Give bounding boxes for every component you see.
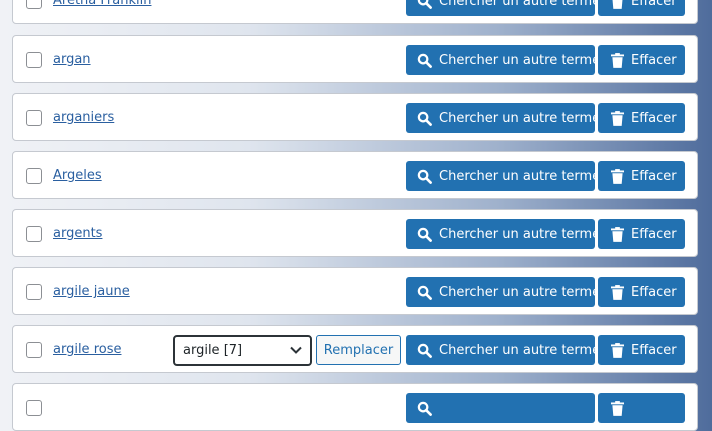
clear-button-label: Effacer — [631, 342, 677, 358]
row-checkbox[interactable] — [26, 284, 42, 300]
term-link[interactable]: Aretha Franklin — [53, 0, 151, 10]
search-icon — [417, 53, 432, 68]
row-checkbox[interactable] — [26, 342, 42, 358]
trash-icon — [611, 400, 624, 416]
chevron-down-icon — [290, 346, 302, 354]
clear-button[interactable]: Effacer — [598, 219, 685, 249]
clear-button-label: Effacer — [631, 110, 677, 126]
term-row: argile rose argile [7] Remplacer Cherche… — [12, 325, 698, 373]
search-icon — [417, 401, 432, 416]
row-checkbox[interactable] — [26, 226, 42, 242]
trash-icon — [611, 168, 624, 184]
search-icon — [417, 169, 432, 184]
search-other-term-button[interactable] — [406, 393, 595, 423]
trash-icon — [611, 226, 624, 242]
term-link[interactable]: argile jaune — [53, 283, 130, 301]
term-row: Aretha Franklin Chercher un autre terme … — [12, 0, 698, 24]
term-link[interactable]: arganiers — [53, 109, 114, 127]
term-row — [12, 383, 698, 431]
search-button-label: Chercher un autre terme — [439, 342, 601, 358]
replacement-select-value: argile [7] — [183, 343, 243, 358]
search-icon — [417, 285, 432, 300]
term-link[interactable]: argan — [53, 51, 91, 69]
clear-button-label: Effacer — [631, 0, 677, 9]
clear-button-label: Effacer — [631, 168, 677, 184]
replace-button-label: Remplacer — [323, 342, 394, 358]
search-button-label: Chercher un autre terme — [439, 284, 601, 300]
row-checkbox[interactable] — [26, 400, 42, 416]
clear-button[interactable]: Effacer — [598, 45, 685, 75]
term-link[interactable]: Argeles — [53, 167, 102, 185]
clear-button[interactable]: Effacer — [598, 0, 685, 16]
search-button-label: Chercher un autre terme — [439, 110, 601, 126]
clear-button[interactable]: Effacer — [598, 277, 685, 307]
search-other-term-button[interactable]: Chercher un autre terme — [406, 219, 600, 249]
search-icon — [417, 227, 432, 242]
term-link[interactable]: argile rose — [53, 341, 121, 359]
row-checkbox[interactable] — [26, 0, 42, 9]
clear-button[interactable]: Effacer — [598, 103, 685, 133]
trash-icon — [612, 0, 623, 9]
search-other-term-button[interactable]: Chercher un autre terme — [406, 277, 600, 307]
clear-button-label: Effacer — [631, 226, 677, 242]
trash-icon — [611, 342, 624, 358]
search-button-label: Chercher un autre terme — [439, 0, 601, 9]
trash-icon — [611, 284, 624, 300]
clear-button-label: Effacer — [631, 52, 677, 68]
search-icon — [417, 111, 432, 126]
trash-icon — [611, 52, 624, 68]
term-row: argents Chercher un autre terme Effacer — [12, 209, 698, 257]
search-icon — [417, 343, 432, 358]
search-other-term-button[interactable]: Chercher un autre terme — [406, 45, 600, 75]
search-other-term-button[interactable]: Chercher un autre terme — [406, 161, 600, 191]
replace-button[interactable]: Remplacer — [316, 335, 401, 365]
term-row: arganiers Chercher un autre terme Efface… — [12, 93, 698, 141]
term-row: argile jaune Chercher un autre terme Eff… — [12, 267, 698, 315]
search-button-label: Chercher un autre terme — [439, 52, 601, 68]
row-checkbox[interactable] — [26, 52, 42, 68]
term-link[interactable]: argents — [53, 225, 102, 243]
row-checkbox[interactable] — [26, 168, 42, 184]
search-button-label: Chercher un autre terme — [439, 168, 601, 184]
trash-icon — [611, 110, 624, 126]
replacement-term-select[interactable]: argile [7] — [173, 335, 312, 366]
term-row: argan Chercher un autre terme Effacer — [12, 35, 698, 83]
clear-button[interactable] — [598, 393, 685, 423]
clear-button[interactable]: Effacer — [598, 161, 685, 191]
row-checkbox[interactable] — [26, 110, 42, 126]
term-row: Argeles Chercher un autre terme Effacer — [12, 151, 698, 199]
search-button-label: Chercher un autre terme — [439, 226, 601, 242]
clear-button-label: Effacer — [631, 284, 677, 300]
search-other-term-button[interactable]: Chercher un autre terme — [406, 103, 600, 133]
search-other-term-button[interactable]: Chercher un autre terme — [406, 0, 600, 16]
clear-button[interactable]: Effacer — [598, 335, 685, 365]
search-icon — [417, 0, 432, 9]
search-other-term-button[interactable]: Chercher un autre terme — [406, 335, 600, 365]
